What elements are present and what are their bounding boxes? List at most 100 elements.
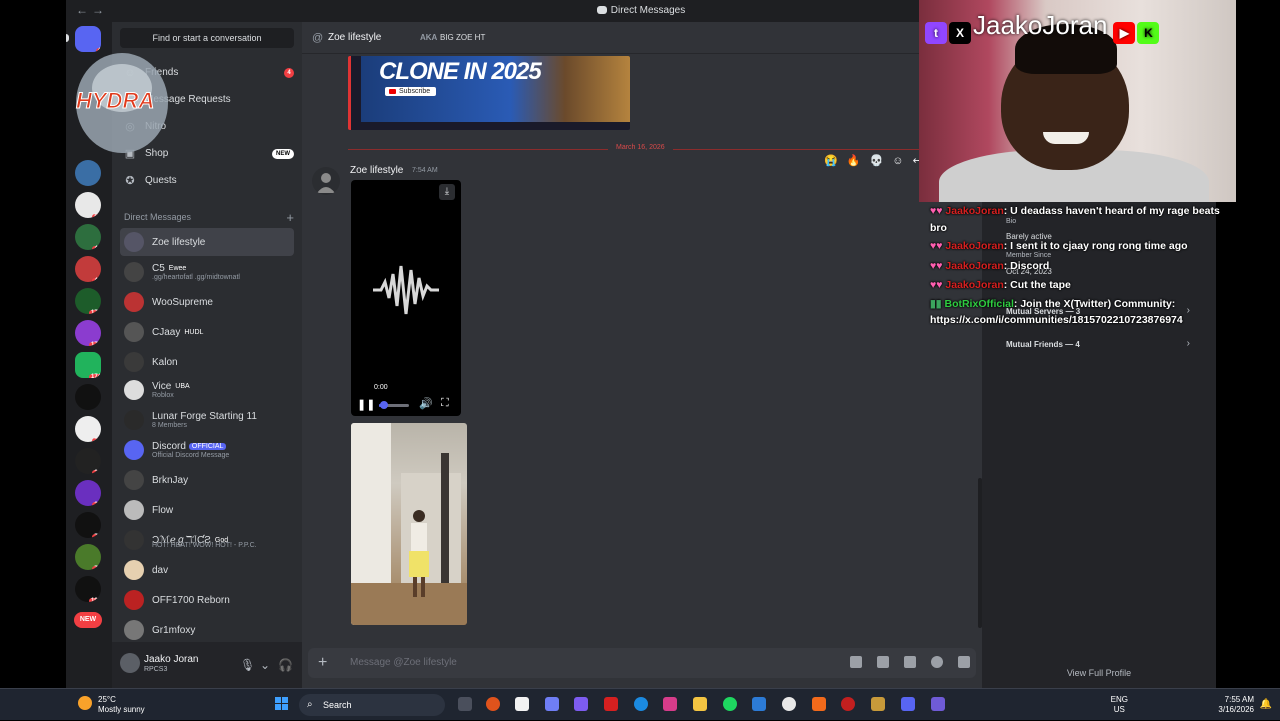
dm-item[interactable]: Gr1mfoxy (120, 616, 294, 644)
add-reaction-icon[interactable]: ☺ (892, 155, 903, 167)
discord-icon (596, 6, 607, 14)
view-full-profile-link[interactable]: View Full Profile (982, 668, 1216, 678)
window-title-text: Direct Messages (610, 5, 686, 16)
chrome-icon[interactable] (782, 697, 796, 711)
chat-line: ♥♥ JaakoJoran: I sent it to cjaay rong r… (930, 240, 1188, 252)
server-icon[interactable]: 2 (75, 384, 101, 410)
app-icon[interactable] (545, 697, 559, 711)
chevron-right-icon[interactable]: › (1187, 305, 1190, 316)
nav-quests[interactable]: ✪ Quests (124, 170, 294, 192)
dm-item[interactable]: ƆℳℯℊℸℐƇƧ God HOT! HEAT! WOW! HOT! - P.P.C. (120, 526, 294, 554)
dm-name: BrknJay (152, 475, 189, 486)
dm-item[interactable]: CJaay HUDL (120, 318, 294, 346)
download-icon[interactable]: ⤓ (439, 184, 455, 200)
app-icon[interactable] (486, 697, 500, 711)
gif-icon[interactable] (877, 656, 889, 668)
server-icon[interactable]: 174 (75, 352, 101, 378)
clock[interactable]: 7:55 AM 3/16/2026 (1218, 695, 1254, 715)
reaction-fire-icon[interactable]: 🔥 (847, 155, 861, 167)
dm-header-label: Direct Messages (124, 212, 192, 222)
app-icon[interactable] (871, 697, 885, 711)
heart-icon: ♥♥ (930, 260, 946, 272)
sticker-icon[interactable] (904, 656, 916, 668)
emoji-icon[interactable] (931, 656, 943, 668)
attach-plus-icon[interactable]: + (318, 654, 327, 672)
avatar (124, 440, 144, 460)
pause-icon[interactable]: ❚❚ (357, 398, 375, 411)
message-author[interactable]: Zoe lifestyle (350, 165, 403, 176)
server-icon[interactable]: 30 (75, 416, 101, 442)
dm-item[interactable]: C5 Ewee .gg/heartofatl .gg/midtownatl (120, 258, 294, 286)
message-avatar[interactable] (312, 167, 340, 195)
dm-item[interactable]: Vice UBA Roblox (120, 376, 294, 404)
app-icon[interactable] (931, 697, 945, 711)
server-icon[interactable]: 43 (75, 224, 101, 250)
new-dm-plus-icon[interactable]: + (286, 210, 294, 225)
instagram-icon[interactable] (663, 697, 677, 711)
start-button[interactable] (275, 697, 289, 711)
server-badge: 47 (92, 278, 101, 282)
dm-item[interactable]: dav (120, 556, 294, 584)
avatar (124, 292, 144, 312)
reaction-crying-icon[interactable]: 😭 (824, 155, 838, 167)
server-icon[interactable]: 62 (75, 192, 101, 218)
gift-icon[interactable] (850, 656, 862, 668)
reaction-skull-icon[interactable]: 💀 (870, 155, 884, 167)
apps-icon[interactable] (958, 656, 970, 668)
server-icon[interactable]: 47 (75, 256, 101, 282)
headphones-icon[interactable]: 🎧 (278, 658, 293, 672)
notification-icon[interactable]: 🔔 (1260, 699, 1272, 710)
spotify-icon[interactable] (723, 697, 737, 711)
youtube-thumbnail-embed[interactable]: CLONE IN 2025 Subscribe (348, 56, 630, 130)
app-icon[interactable] (752, 697, 766, 711)
server-icon[interactable]: 77 (75, 512, 101, 538)
server-icon[interactable] (75, 160, 101, 186)
message-input[interactable]: Message @Zoe lifestyle (350, 657, 457, 668)
server-icon[interactable]: 174 (75, 320, 101, 346)
server-icon[interactable]: 197 (75, 576, 101, 602)
server-icon[interactable]: 78 (75, 544, 101, 570)
chat-line: ♥♥ JaakoJoran: Cut the tape (930, 279, 1071, 291)
user-name: Jaako Joran (144, 654, 199, 665)
dm-name-text: CJaay (152, 327, 181, 338)
app-icon[interactable] (812, 697, 826, 711)
dm-item[interactable]: OFF1700 Reborn (120, 586, 294, 614)
youtube-icon: ▶ (1113, 22, 1136, 44)
fullscreen-icon[interactable]: ⛶ (441, 397, 449, 410)
app-icon[interactable] (841, 697, 855, 711)
taskbar-search[interactable]: ⌕ Search (299, 694, 445, 716)
dm-item[interactable]: Lunar Forge Starting 11 8 Members (120, 406, 294, 434)
dm-item[interactable]: Kalon (120, 348, 294, 376)
dm-section-header: Direct Messages + (124, 210, 294, 225)
server-icon[interactable]: 177 (75, 288, 101, 314)
dm-item[interactable]: Zoe lifestyle (120, 228, 294, 256)
app-icon[interactable] (515, 697, 529, 711)
server-icon[interactable]: 29 (75, 448, 101, 474)
user-avatar[interactable] (120, 653, 140, 673)
new-servers-badge[interactable]: NEW (74, 612, 102, 628)
edge-icon[interactable] (634, 697, 648, 711)
discord-taskbar-icon[interactable] (901, 697, 915, 711)
nav-label: Quests (145, 175, 177, 186)
microphone-icon[interactable]: 🎙 (240, 658, 255, 672)
app-icon[interactable] (604, 697, 618, 711)
language-indicator[interactable]: ENG US (1111, 695, 1128, 715)
folder-icon[interactable] (693, 697, 707, 711)
app-icon[interactable] (574, 697, 588, 711)
dm-item[interactable]: Flow (120, 496, 294, 524)
chevron-down-icon[interactable]: ⌄ (260, 658, 270, 672)
video-attachment[interactable] (351, 423, 467, 625)
dm-item[interactable]: WooSupreme (120, 288, 294, 316)
task-view-icon[interactable] (458, 697, 472, 711)
dm-item[interactable]: Discord OFFICIAL Official Discord Message (120, 436, 294, 464)
seek-handle[interactable] (380, 401, 388, 409)
audio-seek-bar[interactable] (379, 401, 409, 409)
dm-item[interactable]: BrknJay (120, 466, 294, 494)
server-icon[interactable]: 31 (75, 480, 101, 506)
find-conversation-input[interactable]: Find or start a conversation (120, 28, 294, 48)
server-badge: 30 (92, 438, 101, 442)
mutual-friends[interactable]: Mutual Friends — 4 (1006, 340, 1080, 349)
chevron-right-icon[interactable]: › (1187, 338, 1190, 349)
dm-name: C5 Ewee (152, 263, 186, 274)
volume-icon[interactable]: 🔊 (419, 397, 433, 410)
